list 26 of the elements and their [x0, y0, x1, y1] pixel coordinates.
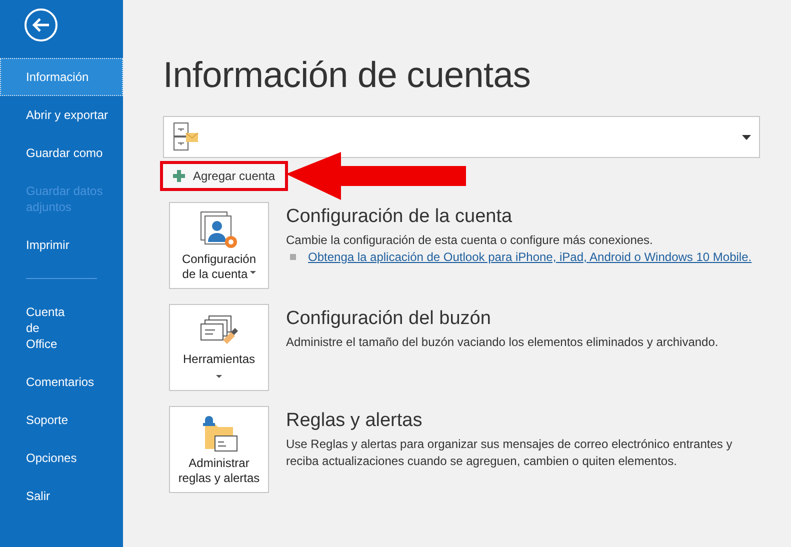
sidebar-item[interactable]: Salir — [0, 477, 123, 515]
section-description: Administre el tamaño del buzón vaciando los elementos eliminados y archivando. — [286, 334, 718, 351]
plus-icon — [173, 170, 185, 182]
sidebar-item[interactable]: Opciones — [0, 439, 123, 477]
sidebar-item[interactable]: Abrir y exportar — [0, 96, 123, 134]
add-account-button[interactable]: Agregar cuenta — [160, 161, 288, 191]
sidebar-item[interactable]: Imprimir — [0, 226, 123, 264]
section-heading: Reglas y alertas — [286, 409, 424, 433]
page-title: Información de cuentas — [163, 53, 532, 97]
file-cabinet-icon — [172, 122, 200, 152]
section-description: Cambie la configuración de esta cuenta o configure más conexiones. — [286, 232, 654, 249]
section-button[interactable]: Administrar reglas y alertas — [169, 406, 269, 493]
sidebar-item[interactable]: Guardar como — [0, 134, 123, 172]
sidebar-item[interactable]: Información — [0, 58, 123, 96]
section-heading: Configuración de la cuenta — [286, 205, 514, 229]
sidebar-item[interactable]: Cuenta de Office — [0, 293, 123, 363]
caret-icon — [742, 134, 751, 140]
section-heading: Configuración del buzón — [286, 307, 492, 331]
back-button[interactable] — [24, 8, 58, 42]
app-link[interactable]: Obtenga la aplicación de Outlook para iPhone, iPad, Android o Windows 10 Mobile. — [308, 250, 752, 264]
bullet-icon — [290, 254, 296, 260]
sidebar-item[interactable]: Comentarios — [0, 363, 123, 401]
sidebar-item[interactable]: Soporte — [0, 401, 123, 439]
section-button[interactable]: Configuración de la cuenta — [169, 202, 269, 289]
section-description: Use Reglas y alertas para organizar sus mensajes de correo electrónico entrantes y reciba actualizaciones cuando se agreguen, cambien o quiten elementos. — [286, 436, 734, 470]
section-button[interactable]: Herramientas — [169, 304, 269, 391]
